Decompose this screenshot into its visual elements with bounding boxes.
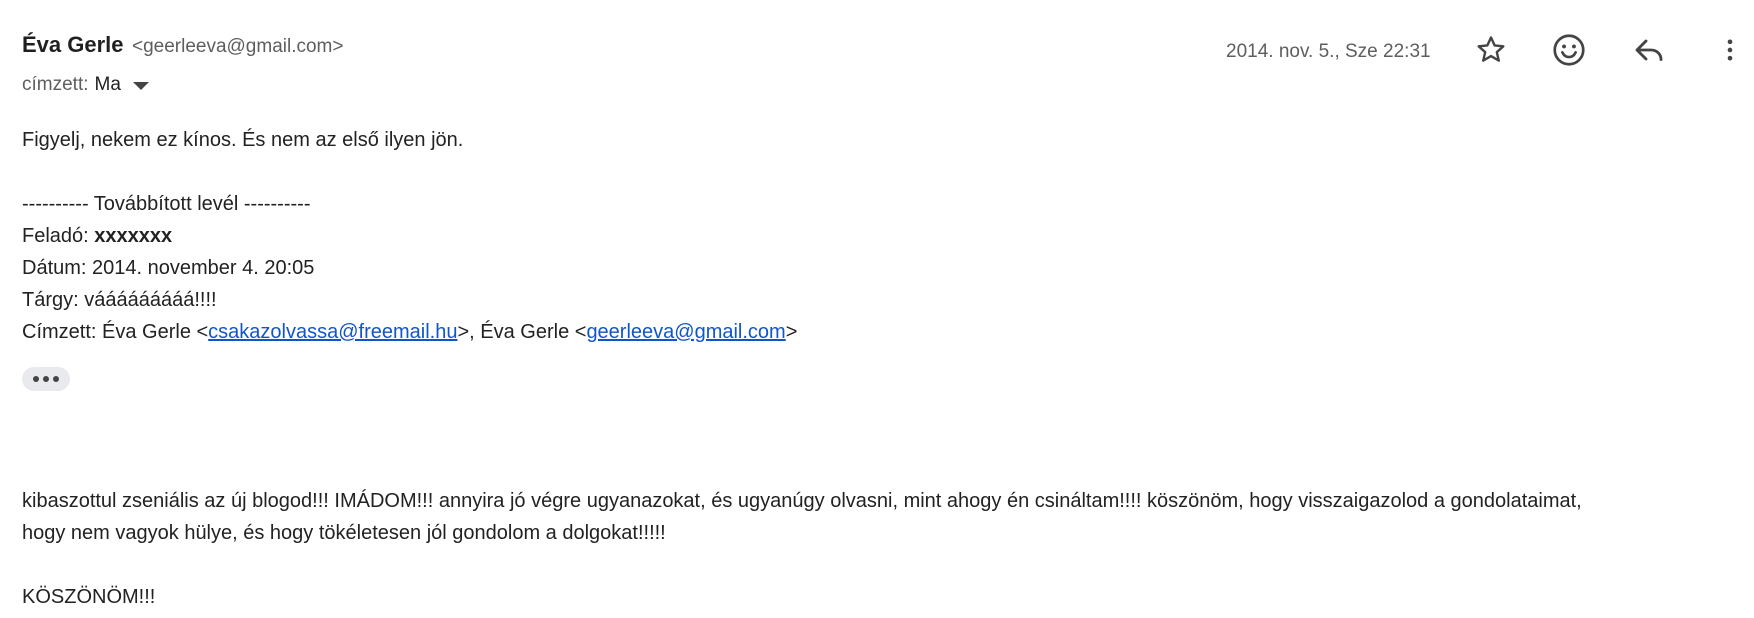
sender-name[interactable]: Éva Gerle <box>22 32 124 57</box>
star-button[interactable] <box>1469 28 1513 72</box>
more-options-button[interactable] <box>1708 28 1752 72</box>
date-line: Dátum: 2014. november 4. 20:05 <box>22 257 315 279</box>
to-end: > <box>785 321 798 343</box>
from-line: Feladó: xxxxxxx <box>22 220 1737 252</box>
dot <box>43 376 49 382</box>
chevron-down-icon[interactable] <box>132 82 149 90</box>
dot <box>53 376 59 382</box>
sender-line: Éva Gerle <geerleeva@gmail.com> <box>22 32 343 58</box>
recipient-line: címzett: Ma <box>22 74 149 96</box>
forward-separator: ---------- Továbbított levél ---------- <box>22 193 311 215</box>
recipient-name: Ma <box>94 74 121 95</box>
emoji-button[interactable] <box>1547 28 1591 72</box>
show-trimmed-content-button[interactable] <box>22 367 70 391</box>
dot <box>33 376 39 382</box>
to-label: Címzett: Éva Gerle < <box>22 321 209 343</box>
emoji-icon <box>1553 34 1585 66</box>
message-date: 2014. nov. 5., Sze 22:31 <box>1226 41 1431 62</box>
to-email-link-2[interactable]: geerleeva@gmail.com <box>586 321 785 343</box>
intro-text: Figyelj, nekem ez kínos. És nem az első … <box>22 129 464 151</box>
content-line-2: hogy nem vagyok hülye, és hogy tökéletes… <box>22 522 666 544</box>
message-body: Figyelj, nekem ez kínos. És nem az első … <box>22 124 1737 348</box>
content-line-1: kibaszottul zseniális az új blogod!!! IM… <box>22 490 1582 512</box>
closing-text: KÖSZÖNÖM!!! <box>22 586 156 608</box>
to-email-link-1[interactable]: csakazolvassa@freemail.hu <box>208 321 457 343</box>
more-vert-icon <box>1727 39 1733 61</box>
from-label: Feladó: <box>22 225 95 247</box>
subject-line: Tárgy: vááááááááá!!!! <box>22 289 217 311</box>
to-mid: >, Éva Gerle < <box>457 321 587 343</box>
sender-email: <geerleeva@gmail.com> <box>131 36 344 57</box>
forwarded-content: kibaszottul zseniális az új blogod!!! IM… <box>22 485 1737 613</box>
star-icon <box>1477 36 1505 62</box>
to-line: Címzett: Éva Gerle <csakazolvassa@freema… <box>22 316 1737 348</box>
from-value: xxxxxxx <box>94 225 173 247</box>
reply-button[interactable] <box>1627 28 1671 72</box>
recipient-label: címzett: <box>22 74 89 95</box>
reply-icon <box>1635 39 1663 61</box>
